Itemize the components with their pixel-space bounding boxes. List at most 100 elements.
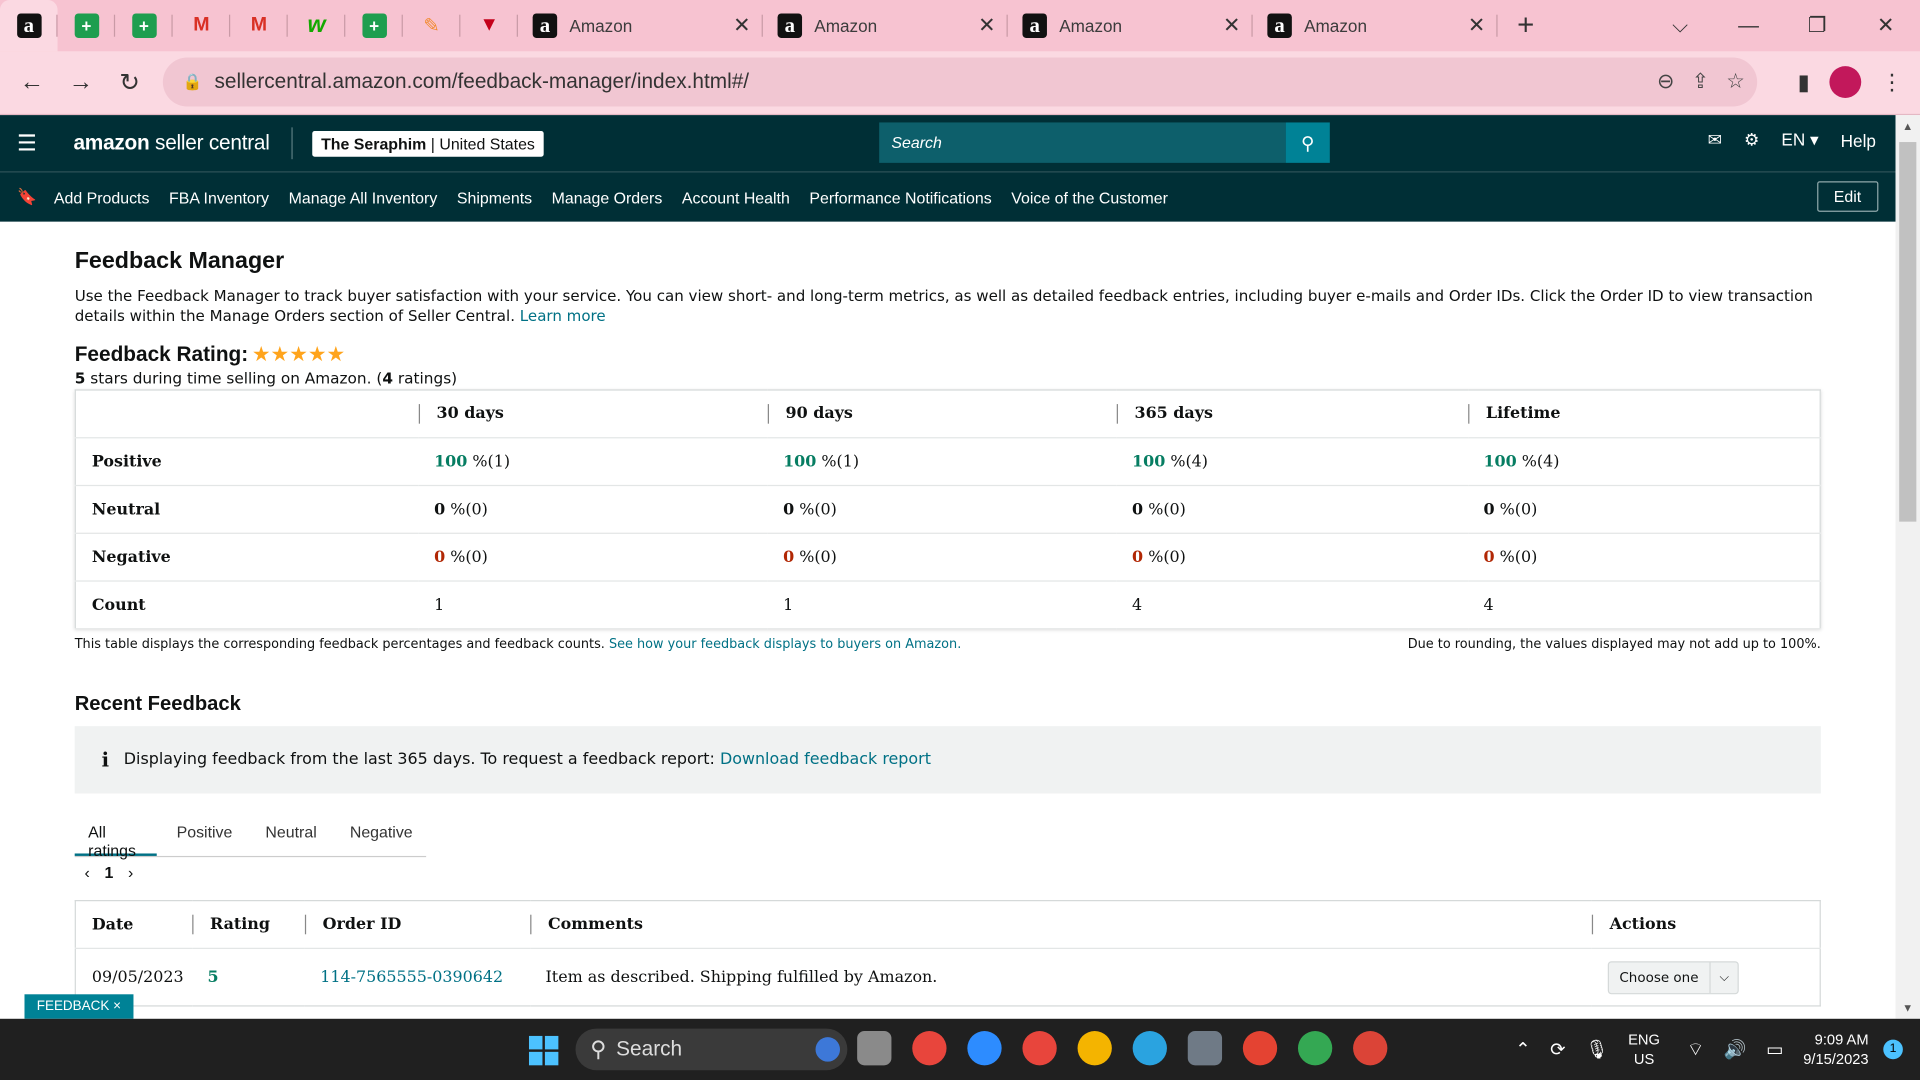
lang-bottom: US <box>1633 1050 1655 1068</box>
scroll-up-icon[interactable]: ▲ <box>1896 120 1920 132</box>
chevron-up-icon[interactable]: ⌃ <box>1515 1038 1530 1061</box>
hamburger-menu-icon[interactable]: ☰ <box>0 130 54 156</box>
nav-account-health[interactable]: Account Health <box>682 188 790 206</box>
chrome-profile-icon[interactable] <box>1297 1031 1333 1066</box>
forward-icon[interactable]: → <box>56 69 105 97</box>
edit-button[interactable]: Edit <box>1816 181 1879 212</box>
star-icon[interactable]: ☆ <box>1726 70 1745 94</box>
kebab-menu-icon[interactable]: ⋮ <box>1881 69 1903 95</box>
order-id-link[interactable]: 114-7565555-0390642 <box>320 968 503 986</box>
chrome-profile-icon[interactable] <box>1353 1031 1388 1066</box>
pinned-tab-upwork[interactable]: w <box>288 0 346 51</box>
pinned-tab-sheets-3[interactable]: + <box>345 0 403 51</box>
browser-tab-3[interactable]: a Amazon ✕ <box>1008 0 1253 51</box>
volume-icon[interactable]: 🔊 <box>1724 1038 1747 1061</box>
cell: 100 %(1) <box>418 437 768 487</box>
nav-manage-orders[interactable]: Manage Orders <box>552 188 663 206</box>
page-number[interactable]: 1 <box>105 863 114 881</box>
tab-positive[interactable]: Positive <box>163 813 246 856</box>
side-panel-icon[interactable]: ▮ <box>1798 69 1810 95</box>
close-icon[interactable]: ✕ <box>978 13 995 37</box>
microphone-icon[interactable]: 🎙 <box>1585 1038 1608 1061</box>
lock-icon[interactable]: 🔒 <box>182 72 202 92</box>
language-selector[interactable]: EN ▾ <box>1781 130 1818 151</box>
browser-tab-4[interactable]: a Amazon ✕ <box>1253 0 1498 51</box>
pinned-tab-gmail-2[interactable]: M <box>230 0 288 51</box>
window-close-icon[interactable]: ✕ <box>1851 13 1920 37</box>
tab-all-ratings[interactable]: All ratings <box>74 813 158 860</box>
wifi-icon[interactable]: ⌔ <box>1687 1038 1704 1061</box>
taskbar-search[interactable]: ⚲ Search <box>575 1028 848 1071</box>
battery-icon[interactable]: ▭ <box>1766 1038 1783 1061</box>
next-page-icon[interactable]: › <box>128 863 133 881</box>
tab-neutral[interactable]: Neutral <box>252 813 330 856</box>
seller-central-logo[interactable]: amazon seller central <box>73 131 269 155</box>
feedback-badge[interactable]: FEEDBACK × <box>24 994 134 1019</box>
rating-label: Feedback Rating: <box>74 342 249 367</box>
task-view-icon[interactable] <box>857 1031 892 1066</box>
restore-icon[interactable]: ❐ <box>1783 13 1852 37</box>
nav-shipments[interactable]: Shipments <box>457 188 532 206</box>
account-switcher[interactable]: The Seraphim | United States <box>291 127 544 160</box>
prev-page-icon[interactable]: ‹ <box>84 863 89 881</box>
nav-voice-of-customer[interactable]: Voice of the Customer <box>1011 188 1168 206</box>
search-button[interactable]: ⚲ <box>1285 122 1330 163</box>
action-select[interactable]: Choose one ⌵ <box>1607 960 1739 994</box>
search-input[interactable]: Search <box>879 122 1286 163</box>
share-icon[interactable]: ⇪ <box>1692 70 1709 94</box>
nav-manage-all-inventory[interactable]: Manage All Inventory <box>289 188 438 206</box>
close-icon[interactable]: ✕ <box>1468 13 1485 37</box>
notification-badge[interactable]: 1 <box>1883 1039 1903 1060</box>
pinned-tab-gmail-1[interactable]: M <box>173 0 231 51</box>
scrollbar-thumb[interactable] <box>1899 142 1917 522</box>
telegram-icon[interactable] <box>1132 1031 1167 1066</box>
pinned-tab-sheets-1[interactable]: + <box>58 0 116 51</box>
browser-tab-1[interactable]: a Amazon ✕ <box>518 0 763 51</box>
close-icon[interactable]: ✕ <box>1223 13 1240 37</box>
bing-icon[interactable] <box>815 1037 841 1062</box>
mail-icon[interactable]: ✉ <box>1708 130 1722 151</box>
feedback-display-link[interactable]: See how your feedback displays to buyers… <box>609 637 961 652</box>
nav-performance-notifications[interactable]: Performance Notifications <box>809 188 991 206</box>
sync-icon[interactable]: ⟳ <box>1550 1038 1565 1061</box>
close-icon[interactable]: ✕ <box>733 13 750 37</box>
back-icon[interactable]: ← <box>7 69 56 97</box>
learn-more-link[interactable]: Learn more <box>520 307 606 324</box>
zoom-icon[interactable]: ⊖ <box>1657 70 1674 94</box>
pinned-tab-todoist[interactable]: ▼ <box>460 0 518 51</box>
minimize-icon[interactable]: — <box>1714 13 1783 37</box>
nav-fba-inventory[interactable]: FBA Inventory <box>169 188 269 206</box>
sheets-icon: + <box>361 13 387 38</box>
scroll-down-icon[interactable]: ▼ <box>1896 1002 1920 1014</box>
windows-start-icon[interactable] <box>528 1035 559 1066</box>
language-indicator[interactable]: ENG US <box>1628 1030 1660 1069</box>
nav-add-products[interactable]: Add Products <box>54 188 150 206</box>
amazon-icon: a <box>1022 13 1047 38</box>
omnibox[interactable]: 🔒 sellercentral.amazon.com/feedback-mana… <box>162 57 1758 107</box>
reload-icon[interactable]: ↻ <box>105 67 154 98</box>
calculator-icon[interactable] <box>1187 1031 1223 1066</box>
download-report-link[interactable]: Download feedback report <box>720 751 931 769</box>
new-tab-icon[interactable]: + <box>1517 9 1534 43</box>
tab-negative[interactable]: Negative <box>336 813 426 856</box>
pinned-tab-pen[interactable]: ✎ <box>403 0 461 51</box>
tick-app-icon[interactable] <box>1242 1031 1278 1066</box>
cell: 1 <box>767 581 1117 630</box>
gear-icon[interactable]: ⚙ <box>1744 130 1759 151</box>
help-link[interactable]: Help <box>1841 130 1876 150</box>
pct: 0 <box>434 547 446 567</box>
chrome-profile-icon[interactable] <box>1077 1031 1112 1066</box>
url-text[interactable]: sellercentral.amazon.com/feedback-manage… <box>215 70 750 94</box>
account-box[interactable]: The Seraphim | United States <box>312 130 544 157</box>
browser-tab-2[interactable]: a Amazon ✕ <box>763 0 1008 51</box>
page-scrollbar[interactable]: ▲ ▼ <box>1895 115 1920 1019</box>
profile-avatar[interactable] <box>1829 66 1862 98</box>
zoom-icon[interactable] <box>967 1031 1002 1066</box>
pinned-tab-sheets-2[interactable]: + <box>115 0 173 51</box>
tab-search-icon[interactable]: ⌵ <box>1646 13 1715 37</box>
clock[interactable]: 9:09 AM 9/15/2023 <box>1803 1030 1868 1069</box>
pinned-tab-amazon[interactable]: a <box>0 0 58 52</box>
chrome-profile-icon[interactable] <box>1022 1031 1057 1066</box>
chrome-icon[interactable] <box>912 1031 947 1066</box>
col-rating: Rating <box>191 900 305 949</box>
